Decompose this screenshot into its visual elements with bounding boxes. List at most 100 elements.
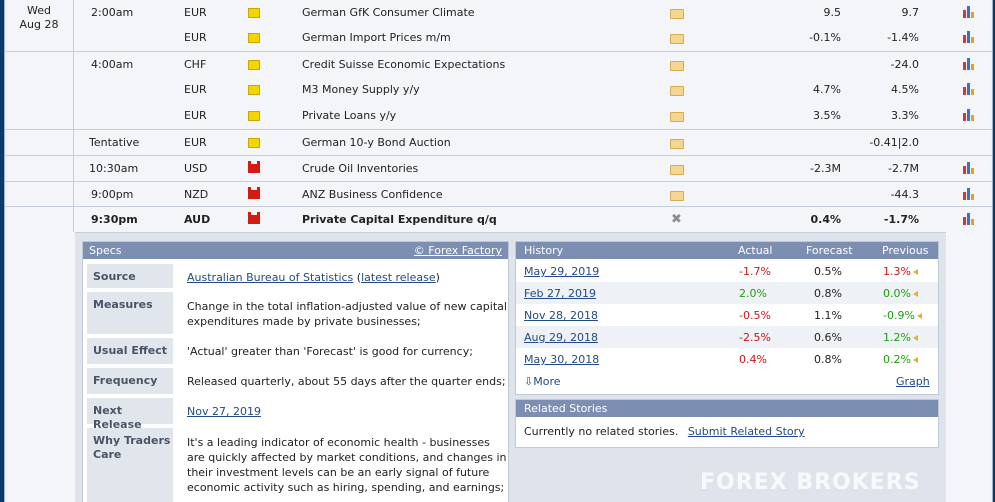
calendar-row[interactable]: 10:30am USD Crude Oil Inventories -2.3M -2.7… [5, 155, 992, 182]
spec-row-next-release: Next Release Nov 27, 2019 [87, 398, 507, 431]
event-forecast: 9.5 [823, 6, 842, 19]
impact-yellow-icon[interactable] [248, 60, 260, 70]
impact-red-icon[interactable] [248, 187, 260, 199]
event-time: 9:00pm [91, 188, 134, 201]
event-time: 2:00am [91, 6, 134, 19]
event-title: German Import Prices m/m [302, 31, 451, 44]
history-date-link[interactable]: Feb 27, 2019 [524, 287, 596, 300]
revision-arrow-icon [912, 291, 918, 297]
related-stories-title: Related Stories [524, 402, 608, 415]
calendar-row[interactable]: 2:00am EUR German GfK Consumer Climate 9.5 9… [5, 0, 992, 26]
impact-yellow-icon[interactable] [248, 8, 260, 18]
history-date-link[interactable]: May 29, 2019 [524, 265, 599, 278]
forex-factory-credit-link[interactable]: © Forex Factory [414, 244, 502, 257]
event-title: ANZ Business Confidence [302, 188, 443, 201]
history-row: Nov 28, 2018 -0.5% 1.1% -0.9% [516, 304, 938, 326]
history-col-forecast: Forecast [806, 244, 853, 257]
spec-label-frequency: Frequency [87, 368, 173, 394]
next-release-link[interactable]: Nov 27, 2019 [187, 405, 261, 418]
bar-chart-icon[interactable] [962, 161, 976, 174]
event-title: Crude Oil Inventories [302, 162, 419, 175]
spec-value-usual-effect: 'Actual' greater than 'Forecast' is good… [187, 345, 473, 358]
spec-label-next-release: Next Release [87, 398, 173, 431]
history-actual: 0.4% [739, 353, 767, 366]
impact-yellow-icon[interactable] [248, 85, 260, 95]
calendar-row[interactable]: EUR M3 Money Supply y/y 4.7% 4.5% [5, 77, 992, 103]
event-time: 4:00am [91, 58, 134, 71]
bar-chart-icon[interactable] [962, 57, 976, 70]
event-currency: EUR [184, 31, 207, 44]
history-panel: History Actual Forecast Previous May 29,… [515, 241, 939, 395]
spec-row-frequency: Frequency Released quarterly, about 55 d… [87, 368, 507, 394]
event-detail-folder-icon[interactable] [670, 139, 684, 149]
calendar-row[interactable]: 9:30pm AUD Private Capital Expenditure q/q… [5, 206, 992, 233]
history-date-link[interactable]: May 30, 2018 [524, 353, 599, 366]
event-previous: -0.41|2.0 [869, 136, 919, 149]
impact-red-icon[interactable] [248, 161, 260, 173]
impact-yellow-icon[interactable] [248, 111, 260, 121]
latest-release-link[interactable]: latest release [361, 271, 436, 284]
bar-chart-icon[interactable] [962, 212, 976, 225]
more-button[interactable]: ⇩More [524, 375, 561, 388]
event-currency: NZD [184, 188, 209, 201]
event-detail-folder-icon[interactable] [670, 9, 684, 19]
specs-panel: Specs © Forex Factory Source Australian … [82, 241, 509, 502]
calendar-row[interactable]: EUR German Import Prices m/m -0.1% -1.4% [5, 25, 992, 51]
event-currency: AUD [184, 213, 211, 226]
event-detail-folder-icon[interactable] [670, 86, 684, 96]
history-actual: 2.0% [739, 287, 767, 300]
history-forecast: 1.1% [814, 309, 842, 322]
event-forecast: 3.5% [813, 109, 841, 122]
spec-value-frequency: Released quarterly, about 55 days after … [187, 375, 506, 388]
bar-chart-icon[interactable] [962, 187, 976, 200]
close-detail-icon[interactable]: ✖ [671, 212, 682, 227]
calendar-row[interactable]: 9:00pm NZD ANZ Business Confidence -44.3 [5, 181, 992, 208]
event-detail-folder-icon[interactable] [670, 34, 684, 44]
calendar-row[interactable]: Tentative EUR German 10-y Bond Auction -0.4… [5, 129, 992, 156]
revision-arrow-icon [912, 357, 918, 363]
history-footer: ⇩More Graph [516, 370, 938, 392]
event-detail-folder-icon[interactable] [670, 191, 684, 201]
spec-row-source: Source Australian Bureau of Statistics (… [87, 264, 507, 288]
history-actual: -1.7% [739, 265, 771, 278]
bar-chart-icon[interactable] [962, 82, 976, 95]
spec-label-usual-effect: Usual Effect [87, 338, 173, 364]
event-currency: EUR [184, 136, 207, 149]
event-title: M3 Money Supply y/y [302, 83, 420, 96]
bar-chart-icon[interactable] [962, 30, 976, 43]
event-title: Private Capital Expenditure q/q [302, 213, 497, 226]
bar-chart-icon[interactable] [962, 108, 976, 121]
watermark-logo: FOREX BROKERS [700, 470, 921, 495]
event-detail-panel: Specs © Forex Factory Source Australian … [75, 232, 946, 502]
calendar-row[interactable]: 4:00am CHF Credit Suisse Economic Expectat… [5, 51, 992, 78]
history-date-link[interactable]: Nov 28, 2018 [524, 309, 598, 322]
spec-row-usual-effect: Usual Effect 'Actual' greater than 'Fore… [87, 338, 507, 364]
history-forecast: 0.6% [814, 331, 842, 344]
impact-yellow-icon[interactable] [248, 33, 260, 43]
graph-link[interactable]: Graph [896, 375, 930, 388]
event-detail-folder-icon[interactable] [670, 112, 684, 122]
spec-label-source: Source [87, 264, 173, 288]
related-stories-body: Currently no related stories. Submit Rel… [524, 425, 805, 438]
impact-red-icon[interactable] [248, 212, 260, 224]
event-forecast: -0.1% [809, 31, 841, 44]
specs-header: Specs © Forex Factory [83, 242, 508, 259]
revision-arrow-icon [916, 313, 922, 319]
event-title: German GfK Consumer Climate [302, 6, 475, 19]
history-actual: -0.5% [739, 309, 771, 322]
event-currency: EUR [184, 109, 207, 122]
calendar-frame: Wed Aug 28 2:00am EUR German GfK Consumer … [4, 0, 993, 502]
event-forecast: 4.7% [813, 83, 841, 96]
calendar-row[interactable]: EUR Private Loans y/y 3.5% 3.3% [5, 103, 992, 129]
event-detail-folder-icon[interactable] [670, 61, 684, 71]
specs-title: Specs [89, 244, 122, 257]
history-previous: 1.3% [883, 265, 918, 278]
event-currency: EUR [184, 6, 207, 19]
bar-chart-icon[interactable] [962, 5, 976, 18]
source-link[interactable]: Australian Bureau of Statistics [187, 271, 353, 284]
event-previous: -1.4% [887, 31, 919, 44]
event-detail-folder-icon[interactable] [670, 165, 684, 175]
submit-related-story-link[interactable]: Submit Related Story [688, 425, 805, 438]
impact-yellow-icon[interactable] [248, 138, 260, 148]
history-date-link[interactable]: Aug 29, 2018 [524, 331, 598, 344]
